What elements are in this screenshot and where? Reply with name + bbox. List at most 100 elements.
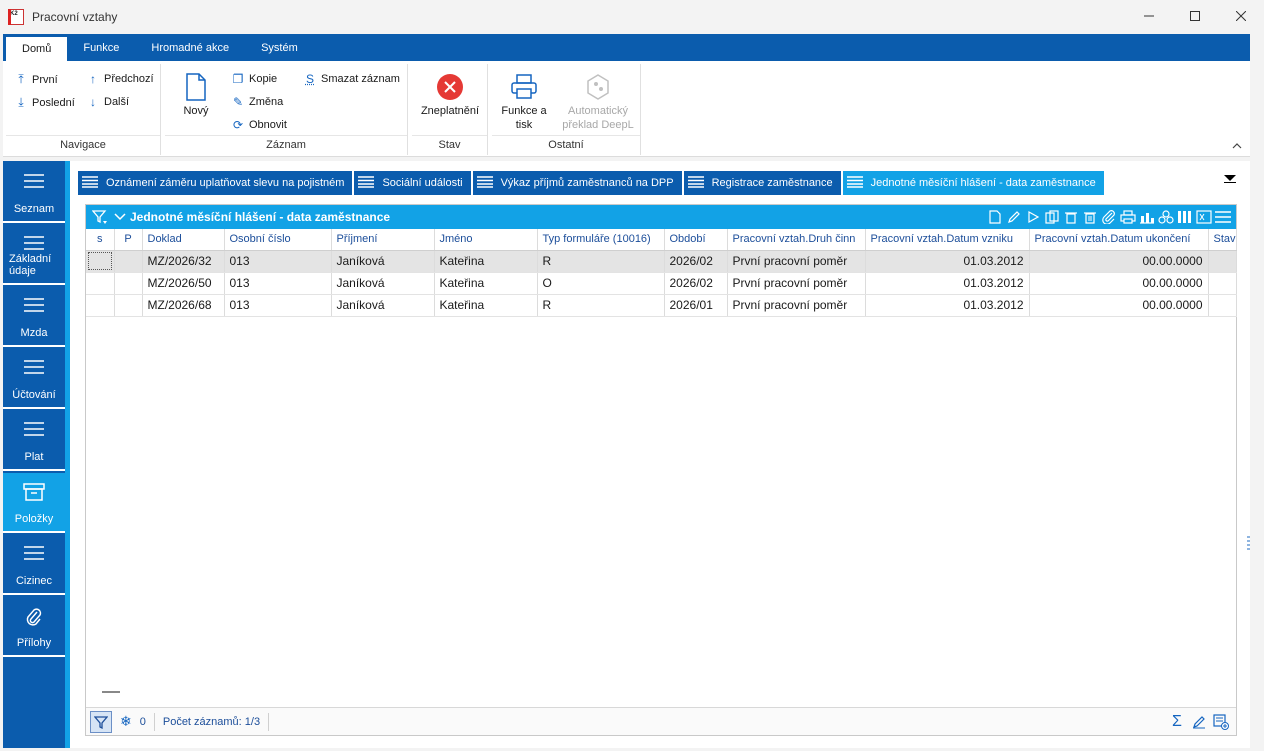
cell-obdobi[interactable]: 2026/02: [664, 272, 728, 295]
copy-record-button[interactable]: ❐ Kopie: [231, 72, 278, 86]
cell-jmeno[interactable]: Kateřina: [434, 272, 538, 295]
horizontal-scrollbar[interactable]: [102, 691, 120, 693]
maximize-button[interactable]: [1172, 0, 1218, 32]
cell-datum-ukonceni[interactable]: 00.00.0000: [1029, 272, 1209, 295]
print-icon[interactable]: [1119, 208, 1137, 226]
cell-druh-cinnosti[interactable]: První pracovní poměr: [727, 272, 866, 295]
column-header-obdobi[interactable]: Období: [664, 229, 728, 251]
cell-jmeno[interactable]: Kateřina: [434, 294, 538, 317]
copy-row-icon[interactable]: [1043, 208, 1061, 226]
cell-typ-formulare[interactable]: R: [537, 294, 665, 317]
cell-doklad[interactable]: MZ/2026/32: [142, 250, 225, 273]
trash-all-icon[interactable]: [1081, 208, 1099, 226]
collapse-chevron-icon[interactable]: [114, 213, 126, 221]
splitter-grip[interactable]: [1247, 536, 1250, 552]
cell-obdobi[interactable]: 2026/02: [664, 250, 728, 273]
cell-datum-vzniku[interactable]: 01.03.2012: [865, 294, 1030, 317]
cell-doklad[interactable]: MZ/2026/50: [142, 272, 225, 295]
nav-item-prilohy[interactable]: Přílohy: [3, 597, 65, 657]
attachment-icon[interactable]: [1100, 208, 1118, 226]
filter-toggle-button[interactable]: [90, 710, 112, 733]
nav-item-polozky[interactable]: Položky: [3, 473, 65, 533]
cell-stav[interactable]: [1208, 272, 1237, 295]
cell-osobni-cislo[interactable]: 013: [224, 294, 332, 317]
cell-stav[interactable]: [1208, 250, 1237, 273]
cell-prijmeni[interactable]: Janíková: [331, 250, 435, 273]
cell-prijmeni[interactable]: Janíková: [331, 272, 435, 295]
table-row[interactable]: MZ/2026/32 013 Janíková Kateřina R 2026/…: [86, 250, 1237, 273]
column-header-stav[interactable]: Stav: [1208, 229, 1237, 251]
cell-druh-cinnosti[interactable]: První pracovní poměr: [727, 294, 866, 317]
nav-item-cizinec[interactable]: Cizinec: [3, 535, 65, 595]
nav-item-mzda[interactable]: Mzda: [3, 287, 65, 347]
close-window-button[interactable]: [1218, 0, 1264, 32]
edit-row-icon[interactable]: [1005, 208, 1023, 226]
nav-item-plat[interactable]: Plat: [3, 411, 65, 471]
cell-datum-ukonceni[interactable]: 00.00.0000: [1029, 250, 1209, 273]
sum-icon[interactable]: Σ: [1166, 712, 1188, 732]
column-header-prijmeni[interactable]: Příjmení: [331, 229, 435, 251]
hierarchy-icon[interactable]: [1157, 208, 1175, 226]
doc-tab-socialni-udalosti[interactable]: Sociální události: [354, 171, 471, 195]
nav-item-zakladni-udaje[interactable]: Základní údaje: [3, 225, 65, 285]
nav-item-seznam[interactable]: Seznam: [3, 163, 65, 223]
first-record-button[interactable]: ⤒ První: [14, 72, 57, 87]
cell-p[interactable]: [114, 294, 143, 317]
ribbon-tab-funkce[interactable]: Funkce: [67, 34, 135, 61]
column-header-druh-cinnosti[interactable]: Pracovní vztah.Druh činn: [727, 229, 866, 251]
columns-icon[interactable]: [1176, 208, 1194, 226]
cell-datum-ukonceni[interactable]: 00.00.0000: [1029, 294, 1209, 317]
column-header-datum-vzniku[interactable]: Pracovní vztah.Datum vzniku: [865, 229, 1030, 251]
cell-typ-formulare[interactable]: R: [537, 250, 665, 273]
export-excel-icon[interactable]: [1195, 208, 1213, 226]
cell-datum-vzniku[interactable]: 01.03.2012: [865, 250, 1030, 273]
cell-s[interactable]: [86, 250, 115, 273]
minimize-button[interactable]: [1126, 0, 1172, 32]
column-header-doklad[interactable]: Doklad: [142, 229, 225, 251]
bar-chart-icon[interactable]: [1138, 208, 1156, 226]
new-row-icon[interactable]: [986, 208, 1004, 226]
cell-druh-cinnosti[interactable]: První pracovní poměr: [727, 250, 866, 273]
table-row[interactable]: MZ/2026/68 013 Janíková Kateřina R 2026/…: [86, 294, 1237, 317]
cell-stav[interactable]: [1208, 294, 1237, 317]
cell-prijmeni[interactable]: Janíková: [331, 294, 435, 317]
cell-typ-formulare[interactable]: O: [537, 272, 665, 295]
cell-osobni-cislo[interactable]: 013: [224, 250, 332, 273]
menu-icon[interactable]: [1214, 208, 1232, 226]
deepl-translate-button[interactable]: Automatický překlad DeepL: [558, 70, 638, 132]
last-record-button[interactable]: ⤓ Poslední: [14, 95, 74, 110]
collapse-ribbon-chevron-icon[interactable]: [1232, 141, 1242, 152]
column-header-p[interactable]: P: [114, 229, 143, 251]
invalidate-button[interactable]: Zneplatnění: [414, 70, 486, 118]
column-header-typ-formulare[interactable]: Typ formuláře (10016): [537, 229, 665, 251]
cell-osobni-cislo[interactable]: 013: [224, 272, 332, 295]
table-row[interactable]: MZ/2026/50 013 Janíková Kateřina O 2026/…: [86, 272, 1237, 295]
cell-doklad[interactable]: MZ/2026/68: [142, 294, 225, 317]
trash-icon[interactable]: [1062, 208, 1080, 226]
delete-record-button[interactable]: S Smazat záznam: [303, 72, 400, 86]
cell-obdobi[interactable]: 2026/01: [664, 294, 728, 317]
cell-datum-vzniku[interactable]: 01.03.2012: [865, 272, 1030, 295]
cell-p[interactable]: [114, 272, 143, 295]
ribbon-tab-domu[interactable]: Domů: [6, 37, 68, 61]
doc-tab-vykaz-prijmu[interactable]: Výkaz příjmů zaměstnanců na DPP: [472, 171, 682, 195]
doc-tab-oznameni[interactable]: Oznámení záměru uplatňovat slevu na poji…: [78, 171, 353, 195]
cell-s[interactable]: [86, 294, 115, 317]
previous-record-button[interactable]: ↑ Předchozí: [86, 72, 154, 86]
doc-tab-registrace[interactable]: Registrace zaměstnance: [683, 171, 841, 195]
cell-s[interactable]: [86, 272, 115, 295]
column-header-jmeno[interactable]: Jméno: [434, 229, 538, 251]
next-record-button[interactable]: ↓ Další: [86, 95, 129, 109]
filter-dropdown-icon[interactable]: [92, 209, 108, 225]
column-header-s[interactable]: s: [86, 229, 115, 251]
edit-record-button[interactable]: ✎ Změna: [231, 95, 283, 109]
ribbon-tab-hromadne-akce[interactable]: Hromadné akce: [135, 34, 245, 61]
ribbon-tab-system[interactable]: Systém: [245, 34, 314, 61]
cell-jmeno[interactable]: Kateřina: [434, 250, 538, 273]
column-header-osobni-cislo[interactable]: Osobní číslo: [224, 229, 332, 251]
column-header-datum-ukonceni[interactable]: Pracovní vztah.Datum ukončení: [1029, 229, 1209, 251]
snowflake-filter-button[interactable]: ❄ 0: [120, 713, 146, 730]
edit-pencil-icon[interactable]: [1188, 712, 1210, 732]
play-icon[interactable]: [1024, 208, 1042, 226]
nav-item-uctovani[interactable]: Účtování: [3, 349, 65, 409]
